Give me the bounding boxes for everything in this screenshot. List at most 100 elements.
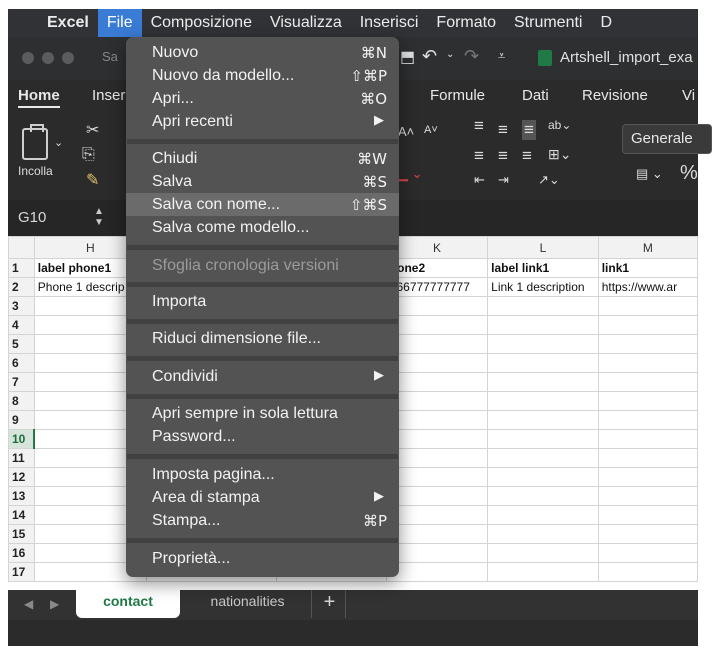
cell[interactable] [385, 372, 489, 392]
increase-indent-icon[interactable]: ⇥ [498, 172, 509, 188]
cell[interactable] [597, 448, 698, 468]
sheet-tab-nationalities[interactable]: nationalities [184, 590, 312, 618]
row-header[interactable]: 9 [8, 410, 35, 430]
customize-toolbar-icon[interactable]: ⩡ [498, 48, 505, 64]
cell[interactable] [597, 486, 698, 506]
row-header[interactable]: 7 [8, 372, 35, 392]
cell[interactable] [385, 543, 489, 563]
font-color-icon[interactable]: ▁ ⌄ [398, 166, 423, 182]
name-box[interactable]: G10 ▲ ▼ [8, 200, 126, 236]
menu-file[interactable]: File [97, 9, 142, 37]
cell[interactable] [597, 410, 698, 430]
row-header[interactable]: 16 [8, 543, 35, 563]
cell[interactable] [385, 562, 489, 582]
redo-icon[interactable]: ↷ [464, 46, 479, 67]
column-header[interactable]: K [385, 236, 489, 259]
row-header[interactable]: 13 [8, 486, 35, 506]
paste-dropdown-icon[interactable]: ⌄ [54, 136, 63, 149]
minimize-window-button[interactable] [42, 52, 54, 64]
row-header[interactable]: 4 [8, 315, 35, 335]
cell[interactable] [487, 505, 599, 525]
cell[interactable] [487, 543, 599, 563]
cell[interactable] [597, 562, 698, 582]
prev-sheet-icon[interactable]: ◀ [24, 597, 33, 611]
menu-item-new-from-template[interactable]: Nuovo da modello... ⇧⌘P [126, 64, 399, 87]
add-sheet-button[interactable]: + [314, 590, 346, 618]
cell[interactable] [597, 296, 698, 316]
cell[interactable] [385, 296, 489, 316]
cell[interactable] [385, 315, 489, 335]
zoom-window-button[interactable] [62, 52, 74, 64]
cell[interactable] [385, 391, 489, 411]
row-header[interactable]: 15 [8, 524, 35, 544]
tab-home[interactable]: Home [18, 87, 60, 108]
align-left-icon[interactable]: ≡ [474, 146, 484, 166]
menu-item-share[interactable]: Condividi ▶ [126, 365, 399, 388]
cell[interactable] [597, 353, 698, 373]
cell[interactable] [487, 486, 599, 506]
undo-dropdown-icon[interactable]: ⌄ [446, 49, 454, 60]
cell[interactable] [385, 467, 489, 487]
next-sheet-icon[interactable]: ▶ [50, 597, 59, 611]
cell[interactable] [597, 543, 698, 563]
column-header[interactable]: L [487, 236, 599, 259]
decrease-font-icon[interactable]: A˅ [424, 124, 438, 136]
menu-item-save-as[interactable]: Salva con nome... ⇧⌘S [126, 193, 399, 216]
align-top-icon[interactable]: ≡ [474, 116, 484, 136]
cell[interactable] [597, 467, 698, 487]
menu-item-open[interactable]: Apri... ⌘O [126, 87, 399, 110]
row-header[interactable]: 5 [8, 334, 35, 354]
select-all-corner[interactable] [8, 236, 35, 259]
increase-font-icon[interactable]: A˄ [398, 124, 414, 139]
cell[interactable] [385, 334, 489, 354]
cell[interactable] [597, 315, 698, 335]
cell[interactable] [597, 391, 698, 411]
cell[interactable] [487, 410, 599, 430]
cell[interactable]: label link1 [487, 258, 599, 278]
align-right-icon[interactable]: ≡ [522, 146, 532, 166]
menu-item-always-open-read-only[interactable]: Apri sempre in sola lettura [126, 402, 399, 425]
menu-item-close[interactable]: Chiudi ⌘W [126, 147, 399, 170]
paste-icon[interactable] [22, 124, 48, 160]
tab-view[interactable]: Vi [682, 87, 695, 104]
menu-item-properties[interactable]: Proprietà... [126, 547, 399, 570]
row-header[interactable]: 2 [8, 277, 35, 297]
cell[interactable] [597, 334, 698, 354]
cell[interactable]: Link 1 description [487, 277, 599, 297]
save-quick-icon[interactable]: ⬒ [400, 47, 415, 67]
cell[interactable] [385, 448, 489, 468]
name-box-stepper-icon[interactable]: ▲ ▼ [94, 206, 104, 228]
sheet-tab-contact[interactable]: contact [76, 590, 180, 618]
cell[interactable] [385, 429, 489, 449]
cell[interactable] [597, 429, 698, 449]
tab-data[interactable]: Dati [522, 87, 549, 104]
cell[interactable]: hone2 [385, 258, 489, 278]
menu-item-print[interactable]: Stampa... ⌘P [126, 509, 399, 532]
menu-app-excel[interactable]: Excel [38, 9, 98, 37]
row-header[interactable]: 12 [8, 467, 35, 487]
menu-dati-truncated[interactable]: D [591, 9, 621, 37]
row-header[interactable]: 8 [8, 391, 35, 411]
row-header[interactable]: 10 [8, 429, 36, 449]
cell[interactable] [487, 467, 599, 487]
decrease-indent-icon[interactable]: ⇤ [474, 172, 485, 188]
row-header[interactable]: 17 [8, 562, 35, 582]
cell[interactable] [385, 505, 489, 525]
menu-item-open-recent[interactable]: Apri recenti ▶ [126, 110, 399, 133]
cell[interactable] [487, 429, 599, 449]
row-header[interactable]: 11 [8, 448, 35, 468]
cell[interactable] [487, 315, 599, 335]
tab-insert[interactable]: Inser [92, 87, 125, 104]
menu-item-page-setup[interactable]: Imposta pagina... [126, 463, 399, 486]
tab-formulas[interactable]: Formule [430, 87, 485, 104]
percent-style-button[interactable]: % [680, 162, 698, 185]
cell[interactable] [487, 562, 599, 582]
menu-item-import[interactable]: Importa [126, 290, 399, 313]
cell[interactable] [487, 391, 599, 411]
menu-item-reduce-file-size[interactable]: Riduci dimensione file... [126, 327, 399, 350]
menu-inserisci[interactable]: Inserisci [351, 9, 428, 37]
cell[interactable] [487, 448, 599, 468]
number-format-select[interactable]: Generale [622, 124, 712, 154]
cell[interactable] [487, 296, 599, 316]
align-middle-icon[interactable]: ≡ [498, 120, 508, 140]
